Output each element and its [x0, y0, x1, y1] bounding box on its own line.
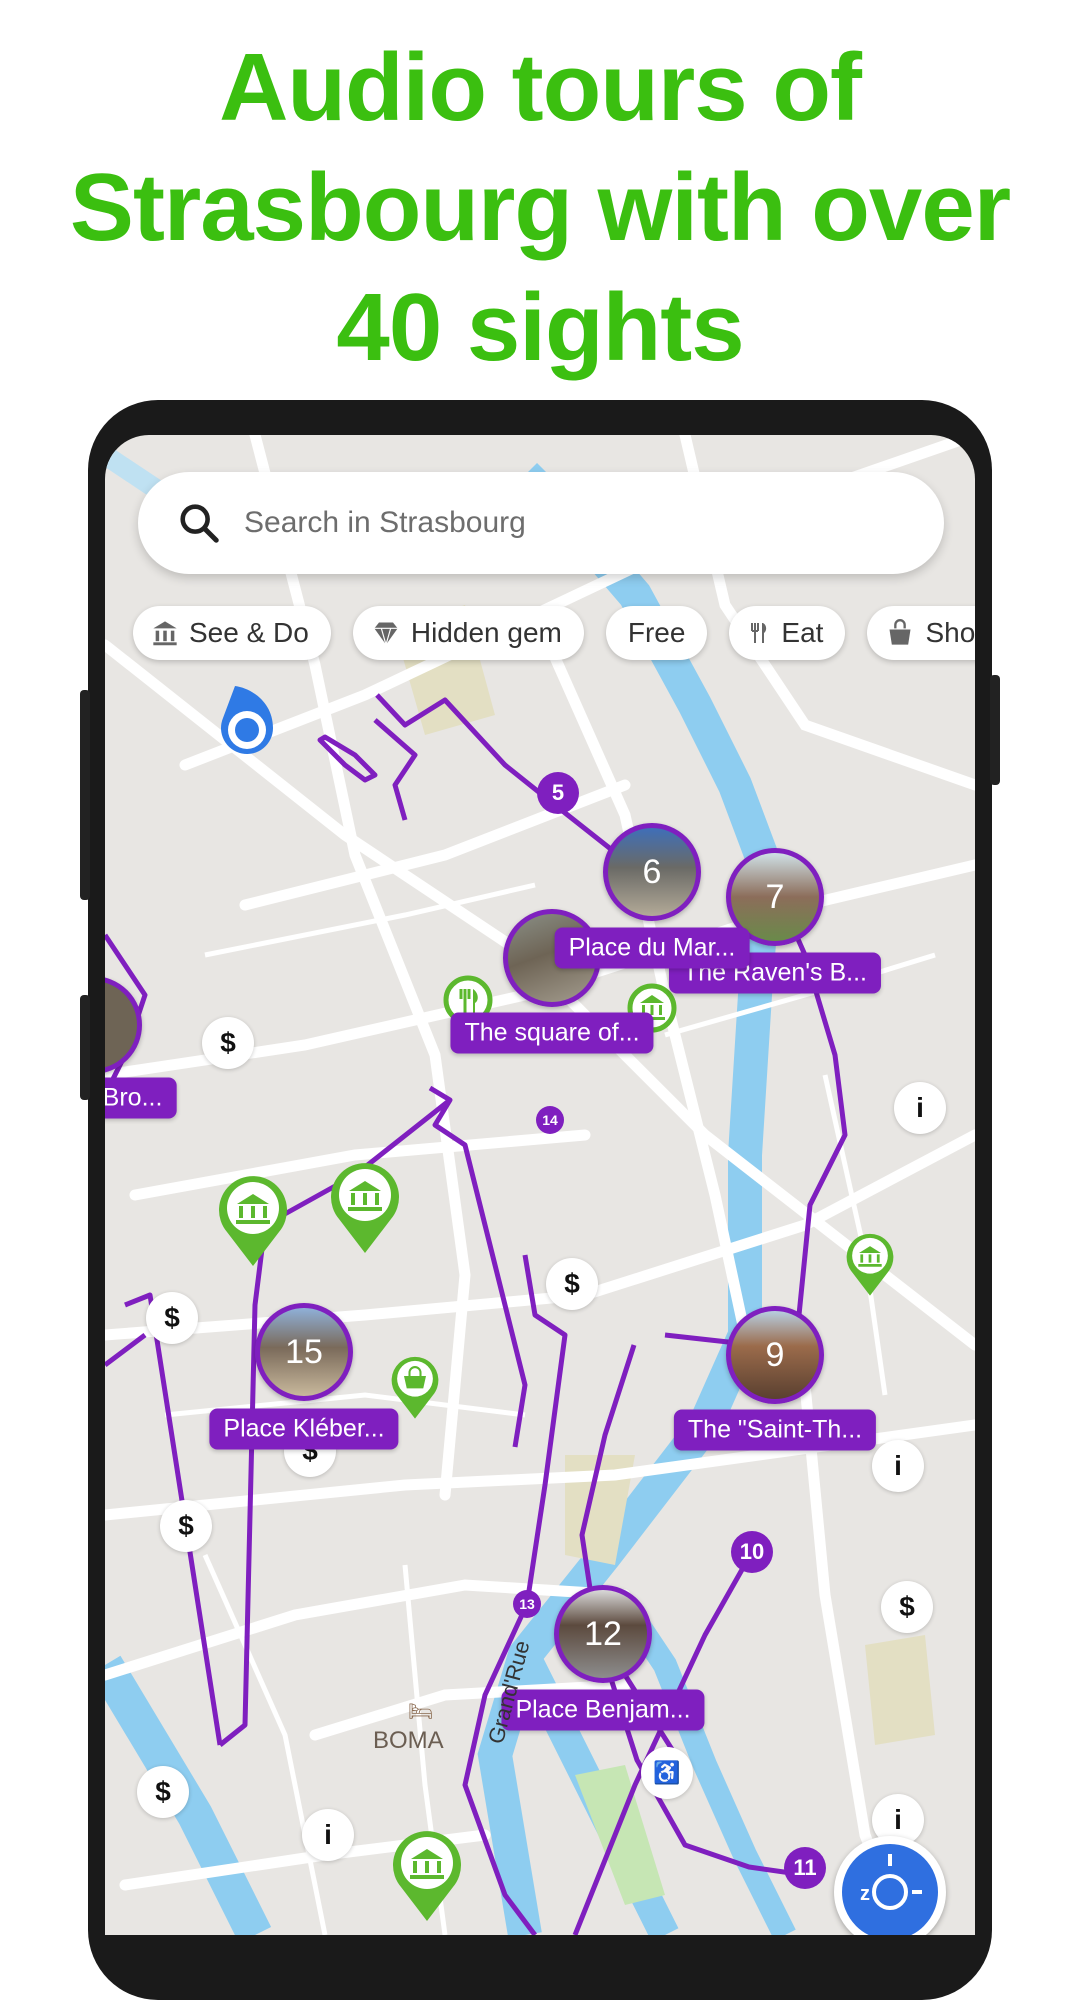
headline: Audio tours of Strasbourg with over 40 s…: [0, 28, 1080, 388]
atm-marker[interactable]: $: [137, 1766, 189, 1818]
chip-hidden-gem[interactable]: Hidden gem: [352, 606, 584, 660]
chip-label: See & Do: [189, 617, 309, 648]
search-icon: [180, 504, 219, 543]
shopping-bag-icon: [889, 619, 911, 645]
toilet-marker[interactable]: ♿: [641, 1747, 693, 1799]
museum-pin-icon[interactable]: [843, 1231, 897, 1297]
diamond-icon: [374, 622, 398, 647]
atm-marker[interactable]: $: [160, 1500, 212, 1552]
chip-free[interactable]: Free: [605, 606, 708, 660]
phone-side-button: [80, 995, 90, 1100]
hotel-icon: 🛏: [408, 1701, 434, 1723]
compass-button[interactable]: z: [834, 1836, 946, 1935]
info-marker[interactable]: i: [302, 1809, 354, 1861]
info-marker[interactable]: i: [894, 1082, 946, 1134]
tour-stop-11[interactable]: 11: [784, 1847, 826, 1889]
svg-text:z: z: [860, 1883, 870, 1905]
museum-pin-icon[interactable]: [389, 1827, 465, 1923]
museum-pin-icon[interactable]: [327, 1159, 403, 1255]
museum-icon: [153, 621, 177, 646]
phone-side-button: [80, 690, 90, 900]
search-bar[interactable]: Search in Strasbourg: [138, 472, 944, 574]
chip-eat[interactable]: Eat: [729, 606, 846, 660]
park: [865, 1635, 935, 1745]
map-screen[interactable]: Search in Strasbourg See & Do Hidden gem…: [105, 435, 975, 1935]
museum-pin-icon[interactable]: [215, 1172, 291, 1268]
chip-label: Free: [627, 617, 686, 648]
tour-stop-12[interactable]: 12: [554, 1585, 652, 1683]
tour-stop-label[interactable]: Bro...: [105, 1077, 177, 1119]
chip-label: Eat: [781, 617, 824, 648]
tour-stop-6[interactable]: 6: [603, 823, 701, 921]
headline-line-3: 40 sights: [336, 274, 744, 381]
chip-label: Shop: [925, 617, 975, 648]
tour-stop-5[interactable]: 5: [537, 772, 579, 814]
tour-stop-label[interactable]: Place Benjam...: [501, 1689, 705, 1731]
tour-stop-label[interactable]: Place Kléber...: [209, 1408, 399, 1450]
atm-marker[interactable]: $: [202, 1017, 254, 1069]
tour-stop-label[interactable]: The square of...: [450, 1012, 654, 1054]
category-chips: See & Do Hidden gem Free Eat Shop: [133, 606, 975, 660]
chip-see-and-do[interactable]: See & Do: [133, 606, 331, 660]
tour-stop-label[interactable]: Place du Mar...: [554, 927, 750, 969]
chip-shop[interactable]: Shop: [867, 606, 975, 660]
compass-icon: z: [860, 1854, 922, 1910]
user-location-icon: [221, 686, 273, 754]
map-label-boma: BOMA: [373, 1727, 444, 1754]
search-input[interactable]: Search in Strasbourg: [244, 506, 526, 540]
tour-stop-9[interactable]: 9: [726, 1306, 824, 1404]
headline-line-2: Strasbourg with over: [69, 154, 1011, 261]
info-marker[interactable]: i: [872, 1440, 924, 1492]
tour-stop-label[interactable]: The "Saint-Th...: [673, 1409, 877, 1451]
atm-marker[interactable]: $: [881, 1581, 933, 1633]
tour-stop-15[interactable]: 15: [255, 1303, 353, 1401]
phone-side-button: [990, 675, 1000, 785]
headline-line-1: Audio tours of: [219, 34, 862, 141]
atm-marker[interactable]: $: [546, 1258, 598, 1310]
tour-stop-14[interactable]: 14: [536, 1106, 564, 1134]
tour-stop-10[interactable]: 10: [731, 1531, 773, 1573]
atm-marker[interactable]: $: [146, 1292, 198, 1344]
chip-label: Hidden gem: [410, 617, 562, 648]
tour-stop-13[interactable]: 13: [513, 1590, 541, 1618]
fork-knife-icon: [751, 623, 767, 643]
